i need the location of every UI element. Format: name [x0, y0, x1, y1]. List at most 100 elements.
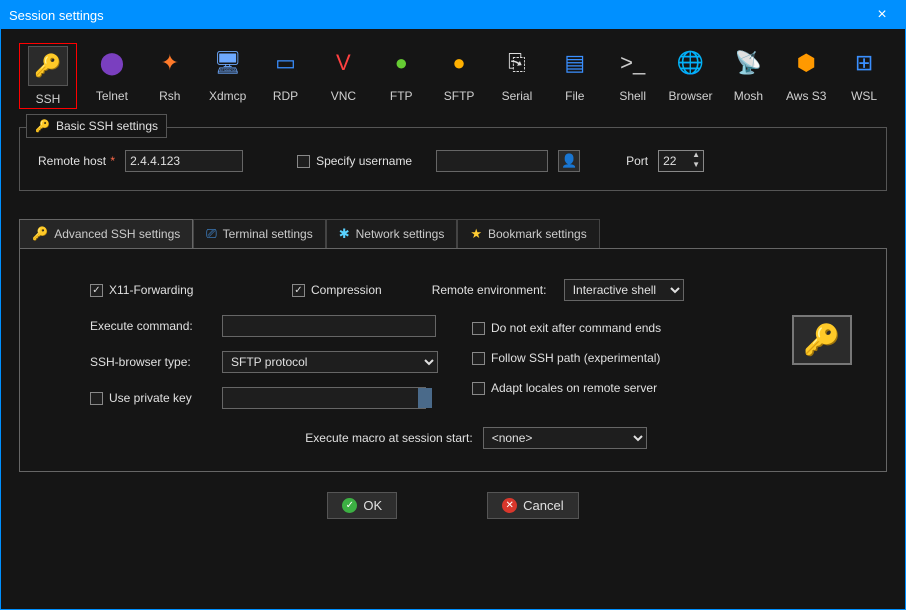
ssh-browser-label: SSH-browser type: [90, 355, 212, 369]
basic-ssh-legend: 🔑 Basic SSH settings [26, 114, 167, 138]
checkbox-box [472, 382, 485, 395]
port-spinner[interactable]: ▲ ▼ [658, 150, 704, 172]
remote-host-input[interactable] [125, 150, 243, 172]
follow-path-label: Follow SSH path (experimental) [491, 351, 660, 365]
tab-advanced-ssh-settings[interactable]: 🔑 Advanced SSH settings [19, 219, 193, 248]
session-type-key-icon: 🔑 [792, 315, 852, 365]
user-picker-button[interactable]: 👤 [558, 150, 580, 172]
session-type-serial[interactable]: ⎘ Serial [494, 43, 540, 109]
cancel-button[interactable]: ✕ Cancel [487, 492, 578, 519]
ssh-icon: 🔑 [28, 46, 68, 86]
session-type-label: Rsh [159, 89, 180, 103]
cancel-icon: ✕ [502, 498, 517, 513]
mosh-icon: 📡 [728, 43, 768, 83]
session-type-browser[interactable]: 🌐 Browser [668, 43, 714, 109]
session-type-label: Aws S3 [786, 89, 826, 103]
compression-label: Compression [311, 283, 382, 297]
session-type-label: SFTP [444, 89, 475, 103]
session-type-row: 🔑 SSH ⬤ Telnet ✦ Rsh 🖥Xdmcp ▭RDPVVNC ●FTP ● SFTP ⎘ S… [19, 35, 887, 123]
follow-path-checkbox[interactable]: Follow SSH path (experimental) [472, 351, 661, 365]
session-type-file[interactable]: ▤ File [552, 43, 598, 109]
session-type-sftp[interactable]: ● SFTP [436, 43, 482, 109]
ssh-browser-select[interactable]: SFTP protocol [222, 351, 438, 373]
session-type-vnc[interactable]: VVNC [320, 43, 366, 109]
remote-host-label: Remote host * [38, 154, 115, 168]
session-type-label: File [565, 89, 584, 103]
session-type-label: SSH [36, 92, 61, 106]
bookmark-tab-icon: ★ [470, 226, 482, 242]
specify-username-label: Specify username [316, 154, 412, 168]
session-type-label: Telnet [96, 89, 128, 103]
exec-cmd-label: Execute command: [90, 319, 212, 333]
xdmcp-icon: 🖥 [208, 43, 248, 83]
telnet-icon: ⬤ [92, 43, 132, 83]
ok-button[interactable]: ✓ OK [327, 492, 397, 519]
checkbox-box [90, 392, 103, 405]
terminal-tab-icon: ⎚ [206, 226, 216, 242]
session-type-mosh[interactable]: 📡Mosh [725, 43, 771, 109]
ok-label: OK [363, 498, 382, 513]
exec-cmd-input[interactable] [222, 315, 436, 337]
wsl-icon: ⊞ [844, 43, 884, 83]
aws-s3-icon: ⬢ [786, 43, 826, 83]
checkbox-box [472, 352, 485, 365]
session-type-label: Shell [619, 89, 646, 103]
session-type-wsl[interactable]: ⊞WSL [841, 43, 887, 109]
specify-username-checkbox[interactable]: Specify username [297, 154, 412, 168]
session-type-label: Serial [502, 89, 533, 103]
session-type-rsh[interactable]: ✦ Rsh [147, 43, 193, 109]
browser-icon: 🌐 [671, 43, 711, 83]
session-type-telnet[interactable]: ⬤ Telnet [89, 43, 135, 109]
session-type-ssh[interactable]: 🔑 SSH [22, 46, 74, 106]
no-exit-checkbox[interactable]: Do not exit after command ends [472, 321, 661, 335]
private-key-label: Use private key [109, 391, 192, 405]
private-key-checkbox[interactable]: Use private key [90, 391, 212, 405]
compression-checkbox[interactable]: ✓ Compression [292, 283, 382, 297]
username-input[interactable] [436, 150, 548, 172]
port-down-icon[interactable]: ▼ [689, 161, 703, 171]
cancel-label: Cancel [523, 498, 563, 513]
private-key-input[interactable] [222, 387, 426, 409]
session-type-label: FTP [390, 89, 413, 103]
session-type-shell[interactable]: >_ Shell [610, 43, 656, 109]
file-icon: ▤ [555, 43, 595, 83]
tab-label: Terminal settings [223, 227, 313, 241]
checkbox-box: ✓ [292, 284, 305, 297]
macro-label: Execute macro at session start: [305, 431, 472, 445]
advanced-tab-icon: 🔑 [32, 226, 48, 242]
tab-terminal-settings[interactable]: ⎚ Terminal settings [193, 219, 325, 248]
session-type-label: Browser [669, 89, 713, 103]
sftp-icon: ● [439, 43, 479, 83]
x11-forwarding-checkbox[interactable]: ✓ X11-Forwarding [90, 283, 222, 297]
vnc-icon: V [323, 43, 363, 83]
browse-key-icon[interactable] [418, 388, 432, 408]
session-type-xdmcp[interactable]: 🖥Xdmcp [205, 43, 251, 109]
close-icon[interactable]: × [867, 6, 897, 24]
titlebar: Session settings × [1, 1, 905, 29]
tab-label: Bookmark settings [488, 227, 587, 241]
tab-label: Advanced SSH settings [54, 227, 180, 241]
shell-icon: >_ [613, 43, 653, 83]
key-icon: 🔑 [35, 119, 50, 133]
session-type-ftp[interactable]: ●FTP [378, 43, 424, 109]
window-title: Session settings [9, 8, 867, 23]
session-settings-dialog: Session settings × 🔑 SSH ⬤ Telnet ✦ Rsh 🖥Xdmcp… [0, 0, 906, 610]
port-input[interactable] [659, 151, 689, 171]
tab-label: Network settings [356, 227, 445, 241]
tab-network-settings[interactable]: ✱ Network settings [326, 219, 458, 248]
network-tab-icon: ✱ [339, 226, 350, 242]
x11-label: X11-Forwarding [109, 283, 193, 297]
serial-icon: ⎘ [497, 43, 537, 83]
basic-legend-label: Basic SSH settings [56, 119, 158, 133]
advanced-ssh-panel: ✓ X11-Forwarding ✓ Compression Remote en… [19, 248, 887, 472]
session-type-aws-s3[interactable]: ⬢ Aws S3 [783, 43, 829, 109]
tab-bookmark-settings[interactable]: ★ Bookmark settings [457, 219, 599, 248]
rsh-icon: ✦ [150, 43, 190, 83]
session-type-rdp[interactable]: ▭RDP [263, 43, 309, 109]
macro-select[interactable]: <none> [483, 427, 647, 449]
ok-icon: ✓ [342, 498, 357, 513]
rdp-icon: ▭ [266, 43, 306, 83]
settings-tabstrip: 🔑 Advanced SSH settings ⎚ Terminal settings… [19, 219, 887, 248]
checkbox-box [472, 322, 485, 335]
adapt-locales-checkbox[interactable]: Adapt locales on remote server [472, 381, 661, 395]
